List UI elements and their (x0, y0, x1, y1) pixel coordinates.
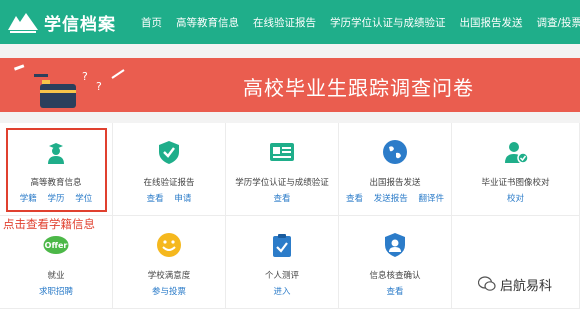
nav-higher-education[interactable]: 高等教育信息 (176, 15, 239, 30)
top-nav-bar: 学信档案 首页 高等教育信息 在线验证报告 学历学位认证与成绩验证 出国报告发送… (0, 0, 580, 44)
service-overseas-report[interactable]: 出国报告发送 查看 发送报告 翻译件 (339, 123, 452, 216)
svg-text:?: ? (96, 80, 102, 93)
service-links: 查看 申请 (113, 192, 225, 204)
link-vote[interactable]: 参与投票 (152, 287, 186, 297)
nav-online-report[interactable]: 在线验证报告 (253, 15, 316, 30)
globe-icon (383, 140, 407, 164)
svg-text:Offer: Offer (45, 241, 68, 250)
offer-icon: Offer (43, 236, 69, 254)
clipboard-check-icon (273, 234, 291, 257)
watermark: 启航易科 (478, 273, 552, 295)
service-links: 查看 (339, 285, 451, 297)
service-online-report[interactable]: 在线验证报告 查看 申请 (113, 123, 226, 216)
service-label: 出国报告发送 (369, 178, 421, 188)
highlight-box (6, 128, 107, 212)
service-school-satisfaction[interactable]: 学校满意度 参与投票 (113, 216, 226, 309)
survey-banner[interactable]: ? ? 高校毕业生跟踪调查问卷 (0, 58, 580, 112)
service-label: 学校满意度 (147, 271, 191, 281)
service-degree-certification[interactable]: 学历学位认证与成绩验证 查看 (226, 123, 339, 216)
id-card-icon (270, 143, 294, 161)
main-nav: 首页 高等教育信息 在线验证报告 学历学位认证与成绩验证 出国报告发送 调查/投… (141, 0, 580, 44)
service-label: 学历学位认证与成绩验证 (235, 178, 329, 188)
service-label: 在线验证报告 (143, 178, 195, 188)
service-links: 进入 (226, 285, 338, 297)
link-view[interactable]: 查看 (386, 287, 403, 297)
service-info-verification[interactable]: 信息核查确认 查看 (339, 216, 452, 309)
user-shield-icon (385, 233, 405, 257)
nav-survey-vote[interactable]: 调查/投票 (537, 15, 580, 30)
link-translation[interactable]: 翻译件 (418, 194, 444, 204)
banner-illustration: ? ? (13, 64, 125, 108)
link-send-report[interactable]: 发送报告 (374, 194, 408, 204)
service-personal-assessment[interactable]: 个人测评 进入 (226, 216, 339, 309)
service-links: 查看 (226, 192, 338, 204)
service-label: 个人测评 (264, 271, 299, 281)
service-label: 信息核查确认 (369, 271, 421, 281)
service-label: 毕业证书图像校对 (481, 178, 550, 188)
annotation-text: 点击查看学籍信息 (3, 217, 95, 231)
wechat-icon (478, 276, 496, 291)
service-certificate-image[interactable]: 毕业证书图像校对 校对 (452, 123, 580, 216)
service-links: 参与投票 (113, 285, 225, 297)
user-check-icon (504, 142, 529, 164)
shield-check-icon (159, 141, 179, 164)
page: 学信档案 首页 高等教育信息 在线验证报告 学历学位认证与成绩验证 出国报告发送… (0, 0, 580, 309)
link-job-search[interactable]: 求职招聘 (39, 287, 73, 297)
banner-title: 高校毕业生跟踪调查问卷 (243, 76, 474, 100)
link-view[interactable]: 查看 (346, 194, 363, 204)
service-links: 校对 (452, 192, 579, 204)
nav-home[interactable]: 首页 (141, 15, 162, 30)
logo[interactable]: 学信档案 (6, 8, 116, 36)
watermark-text: 启航易科 (500, 278, 553, 294)
smile-icon (157, 233, 181, 257)
link-enter[interactable]: 进入 (273, 287, 290, 297)
service-label: 就业 (47, 271, 65, 281)
empty-cell (452, 216, 580, 309)
nav-degree-certification[interactable]: 学历学位认证与成绩验证 (330, 15, 446, 30)
service-links: 查看 发送报告 翻译件 (339, 192, 451, 204)
link-view[interactable]: 查看 (273, 194, 290, 204)
service-links: 求职招聘 (0, 285, 112, 297)
link-proofread[interactable]: 校对 (507, 194, 524, 204)
nav-overseas-report[interactable]: 出国报告发送 (460, 15, 523, 30)
brand-name: 学信档案 (44, 14, 116, 35)
link-apply[interactable]: 申请 (174, 194, 191, 204)
logo-icon (8, 13, 38, 33)
svg-text:?: ? (82, 70, 88, 83)
link-view[interactable]: 查看 (147, 194, 164, 204)
